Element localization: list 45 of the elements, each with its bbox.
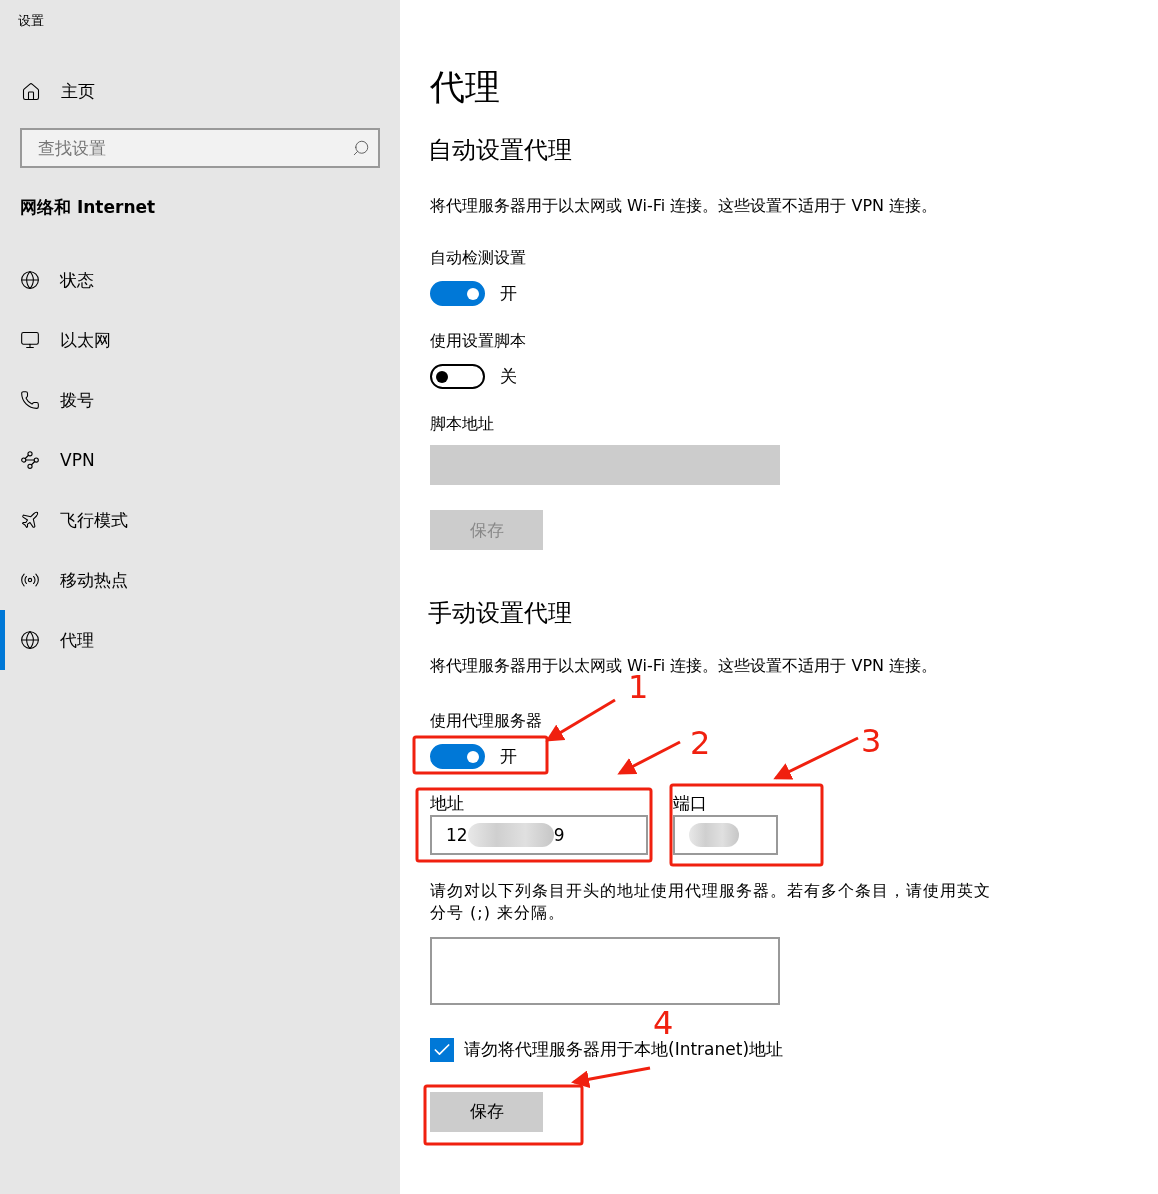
- nodes-icon: [20, 450, 40, 470]
- save-button[interactable]: 保存: [430, 1091, 543, 1132]
- section-heading: 网络和 Internet: [20, 196, 157, 219]
- toggle-state-text: 开: [500, 282, 517, 306]
- description-text: 请勿对以下列条目开头的地址使用代理服务器。若有多个条目，请使用英文分号 (;) 来分隔。: [430, 880, 992, 925]
- home-link[interactable]: 主页: [21, 80, 400, 103]
- search-field[interactable]: 查找设置: [20, 128, 380, 168]
- toggle-switch[interactable]: [430, 744, 485, 770]
- phone-icon: [20, 390, 40, 410]
- callout-number: 3: [861, 722, 882, 760]
- sidebar-item[interactable]: 移动热点: [0, 550, 400, 610]
- field-label: 地址: [430, 792, 465, 816]
- globe-icon: [20, 270, 40, 290]
- setting-label: 使用设置脚本: [430, 331, 526, 353]
- monitor-icon: [20, 330, 40, 350]
- callout-number: 2: [690, 724, 711, 762]
- sidebar-item[interactable]: 状态: [0, 250, 400, 310]
- sidebar-item[interactable]: VPN: [0, 430, 400, 490]
- globe-icon: [20, 630, 40, 650]
- window-title: 设置: [18, 12, 45, 30]
- callout-arrow: [545, 698, 616, 742]
- description-text: 将代理服务器用于以太网或 Wi-Fi 连接。这些设置不适用于 VPN 连接。: [430, 195, 939, 218]
- field-label: 脚本地址: [430, 414, 494, 436]
- address-field[interactable]: 12 9: [430, 815, 648, 856]
- search-icon: [352, 139, 370, 157]
- toggle-switch[interactable]: [430, 281, 485, 307]
- toggle-switch[interactable]: [430, 364, 485, 390]
- sidebar-item[interactable]: 以太网: [0, 310, 400, 370]
- setting-label: 使用代理服务器: [430, 711, 542, 733]
- toggle-state-text: 关: [500, 365, 517, 389]
- search-input[interactable]: 查找设置: [36, 137, 352, 159]
- sidebar-item[interactable]: 拨号: [0, 370, 400, 430]
- toggle-state-text: 开: [500, 745, 517, 769]
- setting-label: 自动检测设置: [430, 248, 526, 270]
- section-heading: 自动设置代理: [428, 135, 573, 165]
- callout-arrow: [617, 740, 681, 775]
- section-heading: 手动设置代理: [428, 599, 573, 629]
- home-icon: [21, 81, 41, 102]
- page-title: 代理: [430, 68, 501, 107]
- port-field[interactable]: [673, 815, 778, 856]
- checkbox[interactable]: [430, 1037, 454, 1062]
- airplane-icon: [20, 510, 40, 530]
- exceptions-field[interactable]: [430, 936, 780, 1005]
- field-label: 端口: [673, 792, 708, 816]
- sidebar-item[interactable]: 飞行模式: [0, 490, 400, 550]
